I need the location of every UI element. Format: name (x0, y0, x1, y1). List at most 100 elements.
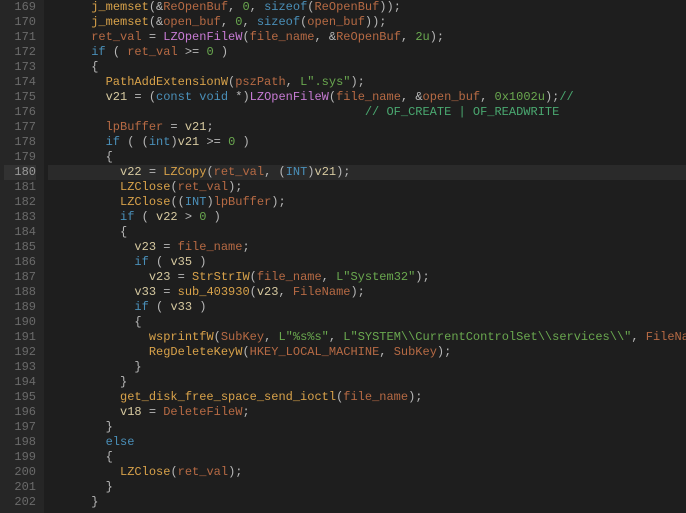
code-line[interactable]: RegDeleteKeyW(HKEY_LOCAL_MACHINE, SubKey… (48, 345, 686, 360)
code-line[interactable]: // OF_CREATE | OF_READWRITE (48, 105, 686, 120)
token-op: ( (250, 285, 257, 299)
code-line[interactable]: if ( v33 ) (48, 300, 686, 315)
token-op: >= (178, 45, 207, 59)
code-line[interactable]: else (48, 435, 686, 450)
code-line[interactable]: LZClose(ret_val); (48, 465, 686, 480)
line-number: 202 (4, 495, 36, 510)
line-number: 173 (4, 60, 36, 75)
line-number: 193 (4, 360, 36, 375)
token-op: ( ( (120, 135, 149, 149)
token-str: L"System32" (336, 270, 415, 284)
token-pl: v21 (185, 120, 207, 134)
token-glb: file_name (178, 240, 243, 254)
code-line[interactable]: } (48, 375, 686, 390)
token-glb: open_buf (423, 90, 481, 104)
line-number: 180 (4, 165, 36, 180)
token-op: , ( (264, 165, 286, 179)
token-op: ( (206, 165, 213, 179)
token-glb: FileName (646, 330, 686, 344)
code-line[interactable]: { (48, 225, 686, 240)
code-area[interactable]: j_memset(&ReOpenBuf, 0, sizeof(ReOpenBuf… (44, 0, 686, 513)
token-op: ( (149, 300, 171, 314)
token-op: ) (206, 195, 213, 209)
token-op: ) (206, 210, 220, 224)
code-line[interactable]: j_memset(&ReOpenBuf, 0, sizeof(ReOpenBuf… (48, 0, 686, 15)
token-kw: sizeof (257, 15, 300, 29)
code-line[interactable]: LZClose((INT)lpBuffer); (48, 195, 686, 210)
code-line[interactable]: v22 = LZCopy(ret_val, (INT)v21); (48, 165, 686, 180)
code-line[interactable]: if ( (int)v21 >= 0 ) (48, 135, 686, 150)
line-number: 200 (4, 465, 36, 480)
line-number: 195 (4, 390, 36, 405)
token-op: ( (250, 270, 257, 284)
line-number: 192 (4, 345, 36, 360)
line-number: 174 (4, 75, 36, 90)
token-glb: file_name (343, 390, 408, 404)
token-op: ( (170, 465, 177, 479)
code-line[interactable]: ret_val = LZOpenFileW(file_name, &ReOpen… (48, 30, 686, 45)
code-line[interactable]: v21 = (const void *)LZOpenFileW(file_nam… (48, 90, 686, 105)
token-str: L"SYSTEM\\CurrentControlSet\\services\\" (343, 330, 631, 344)
code-line[interactable]: { (48, 315, 686, 330)
code-line[interactable]: get_disk_free_space_send_ioctl(file_name… (48, 390, 686, 405)
token-op: , (314, 30, 328, 44)
token-kw: void (199, 90, 228, 104)
token-op: ); (336, 165, 350, 179)
code-line[interactable]: wsprintfW(SubKey, L"%s%s", L"SYSTEM\\Cur… (48, 330, 686, 345)
token-op: ) (235, 135, 249, 149)
line-number: 188 (4, 285, 36, 300)
code-line[interactable]: v23 = StrStrIW(file_name, L"System32"); (48, 270, 686, 285)
token-glb: ret_val (214, 165, 264, 179)
token-op: , (242, 15, 256, 29)
token-op: ); (430, 30, 444, 44)
token-glb: DeleteFileW (163, 405, 242, 419)
token-op: , (401, 30, 415, 44)
token-op: (( (170, 195, 184, 209)
token-amp: & (329, 30, 336, 44)
code-line[interactable]: j_memset(&open_buf, 0, sizeof(open_buf))… (48, 15, 686, 30)
token-glb: file_name (336, 90, 401, 104)
code-line[interactable]: PathAddExtensionW(pszPath, L".sys"); (48, 75, 686, 90)
code-line[interactable]: } (48, 360, 686, 375)
code-line[interactable]: v23 = file_name; (48, 240, 686, 255)
token-op: ); (415, 270, 429, 284)
code-line[interactable]: v33 = sub_403930(v23, FileName); (48, 285, 686, 300)
token-op: ); (350, 285, 364, 299)
code-line[interactable]: { (48, 150, 686, 165)
token-pl: v21 (315, 165, 337, 179)
code-line[interactable]: if ( ret_val >= 0 ) (48, 45, 686, 60)
token-op: { (106, 450, 113, 464)
token-op: ); (437, 345, 451, 359)
token-pl: v33 (134, 285, 156, 299)
code-line[interactable]: lpBuffer = v21; (48, 120, 686, 135)
code-line[interactable]: LZClose(ret_val); (48, 180, 686, 195)
code-line[interactable]: v18 = DeleteFileW; (48, 405, 686, 420)
line-number: 191 (4, 330, 36, 345)
line-number: 186 (4, 255, 36, 270)
token-fn: LZClose (120, 195, 170, 209)
token-op: ; (206, 120, 213, 134)
token-op: ); (545, 90, 559, 104)
token-str: L"%s%s" (278, 330, 328, 344)
token-op: ) (170, 135, 177, 149)
token-kw: else (106, 435, 135, 449)
code-line[interactable]: { (48, 60, 686, 75)
code-line[interactable]: { (48, 450, 686, 465)
code-line[interactable]: } (48, 420, 686, 435)
code-line[interactable]: } (48, 480, 686, 495)
line-number: 176 (4, 105, 36, 120)
token-pl: v22 (156, 210, 178, 224)
token-glb: FileName (293, 285, 351, 299)
code-line[interactable]: } (48, 495, 686, 510)
token-fn: wsprintfW (149, 330, 214, 344)
token-glb: ret_val (178, 465, 228, 479)
token-cmt: // (559, 90, 573, 104)
token-num: 0 (242, 0, 249, 14)
code-line[interactable]: if ( v35 ) (48, 255, 686, 270)
token-kw: if (120, 210, 134, 224)
code-line[interactable]: if ( v22 > 0 ) (48, 210, 686, 225)
code-editor[interactable]: 1691701711721731741751761771781791801811… (0, 0, 686, 513)
token-pl: v23 (257, 285, 279, 299)
token-fn: LZClose (120, 180, 170, 194)
token-op: ( (149, 0, 156, 14)
